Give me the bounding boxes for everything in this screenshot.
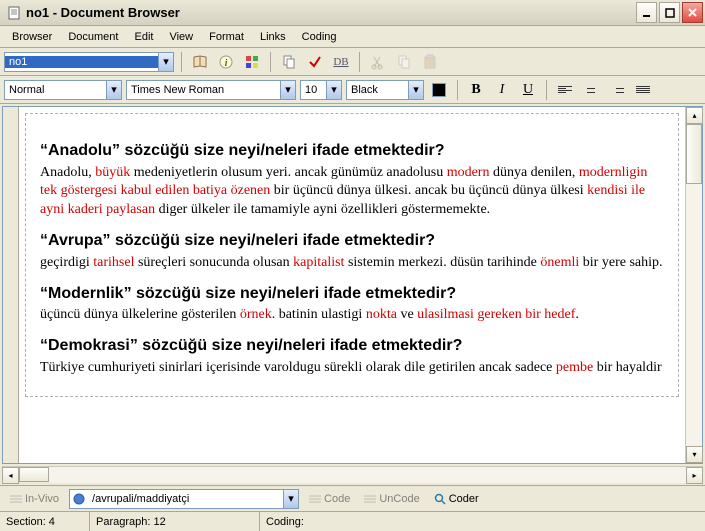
vertical-ruler (3, 107, 19, 463)
chevron-down-icon: ▾ (158, 53, 173, 71)
italic-button[interactable]: I (491, 79, 513, 101)
color-selector[interactable]: Black ▾ (346, 80, 424, 100)
minimize-button[interactable] (636, 2, 657, 23)
chevron-down-icon: ▾ (283, 490, 298, 508)
document-toolbar: no1 ▾ i DB (0, 48, 705, 76)
answer-1: Anadolu, büyük medeniyetlerin olusum yer… (40, 164, 664, 221)
coder-button[interactable]: Coder (430, 488, 483, 510)
svg-text:i: i (225, 58, 228, 69)
menu-coding[interactable]: Coding (294, 29, 345, 45)
book-icon[interactable] (189, 51, 211, 73)
check-icon[interactable] (304, 51, 326, 73)
bold-button[interactable]: B (465, 79, 487, 101)
scroll-down-icon[interactable]: ▾ (686, 446, 703, 463)
statusbar: Section: 4 Paragraph: 12 Coding: (0, 511, 705, 531)
document-area: “Anadolu” sözcüğü size neyi/neleri ifade… (2, 106, 703, 464)
cut-icon[interactable] (367, 51, 389, 73)
stripes-icon (10, 493, 22, 505)
window-title: no1 - Document Browser (26, 5, 636, 20)
menu-browser[interactable]: Browser (4, 29, 60, 45)
menu-document[interactable]: Document (60, 29, 126, 45)
horizontal-scrollbar[interactable]: ◂ ▸ (2, 466, 703, 483)
document-selector[interactable]: no1 ▾ (4, 52, 174, 72)
coding-toolbar: In-Vivo /avrupali/maddiyatçi ▾ Code UnCo… (0, 485, 705, 511)
font-selector[interactable]: Times New Roman ▾ (126, 80, 296, 100)
chevron-down-icon: ▾ (106, 81, 121, 99)
close-button[interactable] (682, 2, 703, 23)
question-4-heading: “Demokrasi” sözcüğü size neyi/neleri ifa… (40, 335, 664, 357)
underline-button[interactable]: U (517, 79, 539, 101)
status-coding: Coding: (260, 512, 705, 531)
scroll-right-icon[interactable]: ▸ (686, 467, 703, 484)
status-paragraph: Paragraph: 12 (90, 512, 260, 531)
align-right-button[interactable] (606, 79, 628, 101)
chevron-down-icon: ▾ (280, 81, 295, 99)
menu-format[interactable]: Format (201, 29, 252, 45)
menu-links[interactable]: Links (252, 29, 294, 45)
node-icon (70, 493, 88, 505)
question-2-heading: “Avrupa” sözcüğü size neyi/neleri ifade … (40, 230, 664, 252)
code-path-selector[interactable]: /avrupali/maddiyatçi ▾ (69, 489, 299, 509)
status-section: Section: 4 (0, 512, 90, 531)
vertical-scrollbar[interactable]: ▴ ▾ (685, 107, 702, 463)
maximize-button[interactable] (659, 2, 680, 23)
doc-icon (6, 5, 22, 21)
stripes-icon (309, 493, 321, 505)
copy-icon[interactable] (278, 51, 300, 73)
answer-4: Türkiye cumhuriyeti sinirlari içerisinde… (40, 359, 664, 378)
answer-2: geçirdigi tarihsel süreçleri sonucunda o… (40, 254, 664, 273)
question-3-heading: “Modernlik” sözcüğü size neyi/neleri ifa… (40, 283, 664, 305)
question-1-heading: “Anadolu” sözcüğü size neyi/neleri ifade… (40, 140, 664, 162)
align-justify-button[interactable] (632, 79, 654, 101)
menu-view[interactable]: View (161, 29, 201, 45)
scroll-thumb-h[interactable] (19, 467, 49, 482)
search-icon (434, 493, 446, 505)
document-content[interactable]: “Anadolu” sözcüğü size neyi/neleri ifade… (25, 113, 679, 397)
scroll-thumb[interactable] (686, 124, 702, 184)
menubar: Browser Document Edit View Format Links … (0, 26, 705, 48)
info-icon[interactable]: i (215, 51, 237, 73)
stripes-icon (364, 493, 376, 505)
chevron-down-icon: ▾ (408, 81, 423, 99)
db-icon[interactable]: DB (330, 51, 352, 73)
code-button[interactable]: Code (305, 488, 354, 510)
copy2-icon[interactable] (393, 51, 415, 73)
menu-edit[interactable]: Edit (126, 29, 161, 45)
paste-icon[interactable] (419, 51, 441, 73)
align-left-button[interactable] (554, 79, 576, 101)
grid-icon[interactable] (241, 51, 263, 73)
size-selector[interactable]: 10 ▾ (300, 80, 342, 100)
uncode-button[interactable]: UnCode (360, 488, 423, 510)
invivo-button[interactable]: In-Vivo (6, 488, 63, 510)
color-picker[interactable] (428, 79, 450, 101)
style-selector[interactable]: Normal ▾ (4, 80, 122, 100)
answer-3: üçüncü dünya ülkelerine gösterilen örnek… (40, 306, 664, 325)
align-center-button[interactable] (580, 79, 602, 101)
format-toolbar: Normal ▾ Times New Roman ▾ 10 ▾ Black ▾ … (0, 76, 705, 104)
scroll-up-icon[interactable]: ▴ (686, 107, 703, 124)
scroll-left-icon[interactable]: ◂ (2, 467, 19, 484)
chevron-down-icon: ▾ (326, 81, 341, 99)
